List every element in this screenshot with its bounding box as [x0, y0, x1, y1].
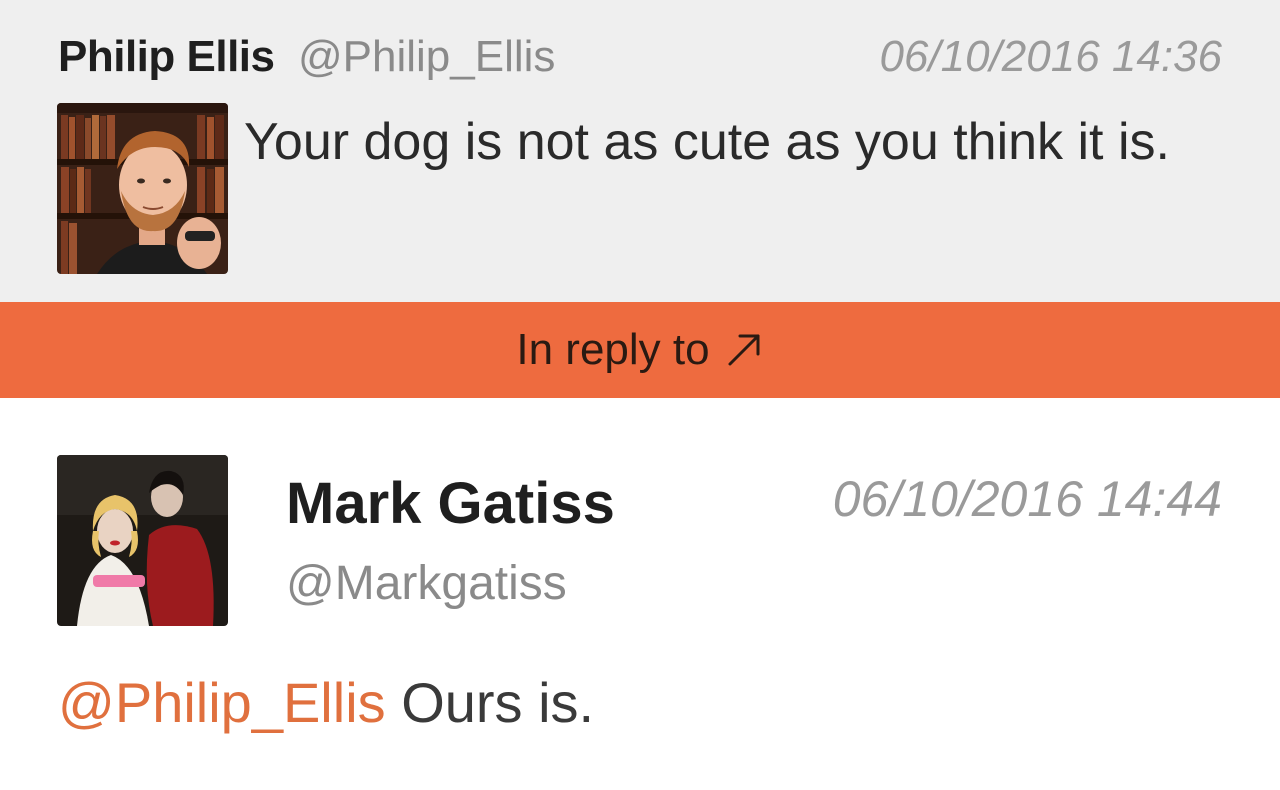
original-tweet-text: Your dog is not as cute as you think it … — [244, 113, 1170, 171]
reply-author-avatar[interactable] — [57, 455, 228, 626]
original-author-avatar[interactable] — [57, 103, 228, 274]
reply-author-handle[interactable]: @Markgatiss — [286, 556, 567, 611]
original-timestamp: 06/10/2016 14:36 — [879, 32, 1222, 81]
reply-timestamp: 06/10/2016 14:44 — [832, 471, 1222, 527]
arrow-up-right-icon — [724, 330, 764, 370]
in-reply-to-label: In reply to — [516, 325, 710, 374]
reply-tweet-text: @Philip_Ellis Ours is. — [58, 670, 594, 735]
reply-body-text: Ours is. — [385, 671, 595, 734]
mention-link[interactable]: @Philip_Ellis — [58, 671, 386, 734]
original-author-name[interactable]: Philip Ellis — [58, 32, 275, 82]
original-tweet[interactable]: Philip Ellis @Philip_Ellis 06/10/2016 14… — [0, 0, 1280, 302]
original-author-handle[interactable]: @Philip_Ellis — [298, 32, 555, 82]
tweet-thread-screen: Philip Ellis @Philip_Ellis 06/10/2016 14… — [0, 0, 1280, 790]
in-reply-to-button[interactable]: In reply to — [0, 302, 1280, 398]
reply-author-name[interactable]: Mark Gatiss — [286, 470, 615, 537]
reply-tweet[interactable]: Mark Gatiss @Markgatiss 06/10/2016 14:44… — [0, 398, 1280, 790]
